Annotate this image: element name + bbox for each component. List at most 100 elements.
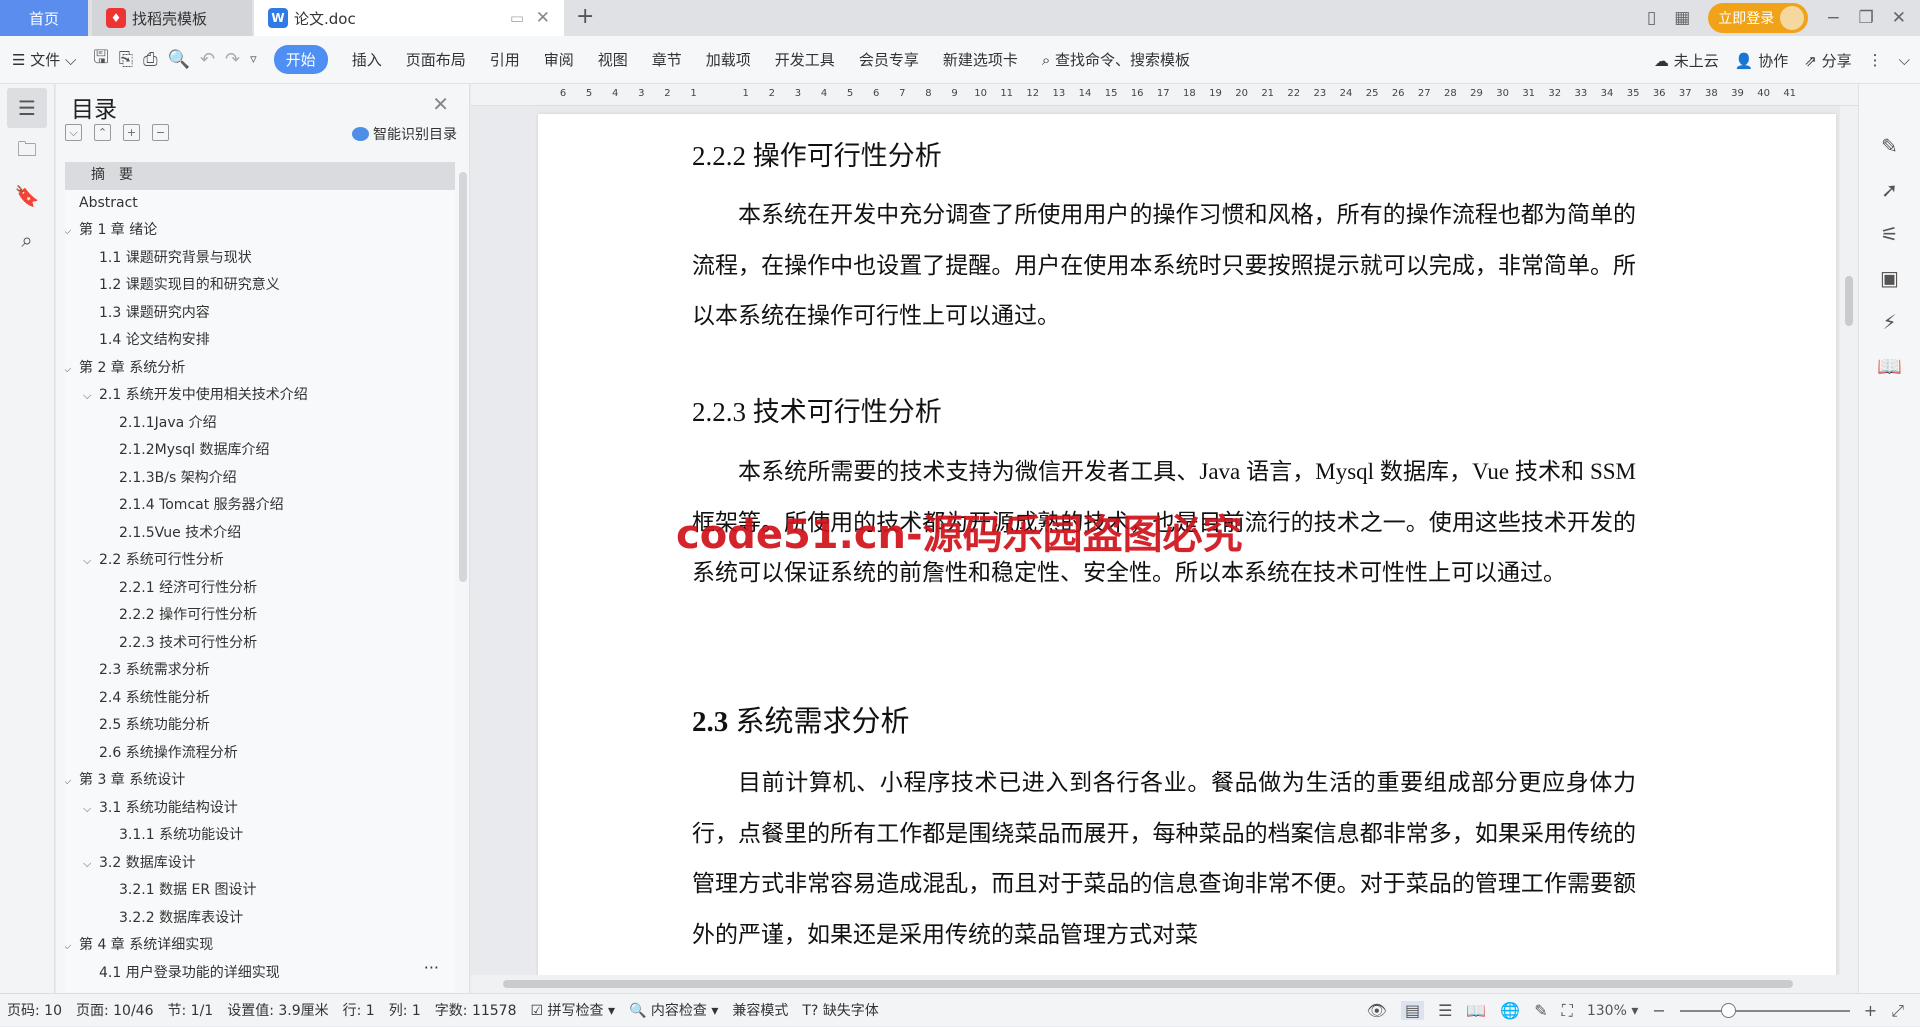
image-tool-icon[interactable]: ▣ [1859, 256, 1920, 300]
toc-item[interactable]: 3.2.1 数据 ER 图设计 [65, 877, 455, 905]
menu-developer[interactable]: 开发工具 [775, 49, 835, 70]
toc-item[interactable]: ⌵ 第 4 章 系统详细实现 [65, 932, 455, 960]
zoom-slider[interactable] [1679, 1002, 1850, 1018]
print-icon[interactable]: ⎙ [143, 49, 157, 70]
restore-icon[interactable]: ❐ [1859, 8, 1874, 28]
spell-check-button[interactable]: ☑ 拼写检查 ▾ [531, 1000, 616, 1020]
toc-item[interactable]: 2.1.4 Tomcat 服务器介绍 [65, 492, 455, 520]
toc-item[interactable]: ⌵ 3.1 系统功能结构设计 [65, 795, 455, 823]
customize-dropdown-icon[interactable]: ▿ [250, 52, 257, 67]
toc-item[interactable]: ⌵ 3.2 数据库设计 [65, 850, 455, 878]
page-view-icon[interactable]: ▤ [1400, 1001, 1425, 1020]
expand-icon[interactable]: ⌵ [65, 124, 82, 141]
toc-item[interactable]: 2.1.1Java 介绍 [65, 410, 455, 438]
menu-view[interactable]: 视图 [598, 49, 628, 70]
tab-home[interactable]: 首页 [0, 0, 88, 36]
export-icon[interactable]: ⎘ [119, 49, 133, 70]
bookmark-icon[interactable]: 🔖 [7, 176, 47, 216]
toc-item[interactable]: 2.1.5Vue 技术介绍 [65, 520, 455, 548]
new-tab-button[interactable]: + [576, 4, 594, 29]
toc-item[interactable]: 3.1.1 系统功能设计 [65, 822, 455, 850]
zoom-in-icon[interactable]: + [1864, 1001, 1877, 1020]
toc-item[interactable]: 2.4 系统性能分析 [65, 685, 455, 713]
menu-page-layout[interactable]: 页面布局 [406, 49, 466, 70]
toc-item[interactable]: 1.4 论文结构安排 [65, 327, 455, 355]
chevron-down-icon[interactable]: ⌵ [65, 217, 71, 245]
login-button[interactable]: 立即登录 [1708, 3, 1809, 33]
find-icon[interactable]: ⌕ [7, 220, 47, 260]
toc-item[interactable]: 1.3 课题研究内容 [65, 300, 455, 328]
menu-start[interactable]: 开始 [273, 45, 328, 74]
menu-member[interactable]: 会员专享 [859, 49, 919, 70]
layout-icon[interactable]: ▯ [1647, 8, 1656, 28]
toc-item[interactable]: 摘 要 [65, 162, 455, 190]
toc-item[interactable]: 2.3 系统需求分析 [65, 657, 455, 685]
chevron-down-icon[interactable]: ⌵ [65, 355, 71, 383]
page-number[interactable]: 页码: 10 [7, 1000, 62, 1020]
chevron-down-icon[interactable]: ⌵ [83, 547, 91, 575]
horizontal-scrollbar[interactable] [471, 975, 1858, 993]
chevron-down-icon[interactable]: ⌵ [83, 382, 91, 410]
toc-item[interactable]: 2.1.3B/s 架构介绍 [65, 465, 455, 493]
page-count[interactable]: 页面: 10/46 [76, 1000, 154, 1020]
apps-grid-icon[interactable]: ▦ [1674, 8, 1690, 28]
toc-item[interactable]: 1.2 课题实现目的和研究意义 [65, 272, 455, 300]
menu-new-tab[interactable]: 新建选项卡 [943, 49, 1018, 70]
toc-item[interactable]: Abstract [65, 190, 455, 218]
outline-view-icon[interactable]: ☰ [1438, 1001, 1452, 1020]
toc-item[interactable]: 2.2.1 经济可行性分析 [65, 575, 455, 603]
collapse-icon[interactable]: ⌃ [94, 124, 111, 141]
menu-references[interactable]: 引用 [490, 49, 520, 70]
menu-chapter[interactable]: 章节 [652, 49, 682, 70]
print-preview-icon[interactable]: 🔍 [168, 49, 190, 70]
collab-button[interactable]: 👤 协作 [1735, 50, 1788, 71]
toc-item[interactable]: 2.1.2Mysql 数据库介绍 [65, 437, 455, 465]
share-button[interactable]: ⇗ 分享 [1804, 50, 1851, 71]
edit-pen-icon[interactable]: ✎ [1859, 124, 1920, 168]
collapse-ribbon-icon[interactable]: ⌵ [1899, 51, 1910, 69]
cloud-button[interactable]: ☁ 未上云 [1654, 50, 1719, 71]
ruler[interactable]: 6 5 4 3 2 1 1 2 3 4 5 6 7 8 9 10 11 12 13 14 15 16 17 18 19 20 21 2… [471, 84, 1858, 106]
minimize-icon[interactable]: − [1826, 8, 1840, 28]
toc-item[interactable]: 2.6 系统操作流程分析 [65, 740, 455, 768]
chevron-down-icon[interactable]: ⌵ [65, 767, 71, 795]
read-view-icon[interactable]: 📖 [1466, 1001, 1486, 1020]
chevron-down-icon[interactable]: ⌵ [83, 850, 91, 878]
smart-toc-button[interactable]: 智能识别目录 [352, 124, 457, 144]
save-icon[interactable]: 🖫 [93, 45, 108, 75]
close-tab-icon[interactable]: ✕ [536, 8, 550, 28]
toc-item[interactable]: ⌵ 2.2 系统可行性分析 [65, 547, 455, 575]
toc-scrollbar[interactable] [459, 172, 467, 582]
chevron-down-icon[interactable]: ⌵ [65, 932, 71, 960]
more-vertical-icon[interactable]: ⋮ [1868, 51, 1883, 69]
zoom-dropdown[interactable]: 130% ▾ [1587, 1003, 1639, 1019]
fullscreen-icon[interactable]: ⤢ [1891, 1001, 1904, 1021]
toc-item[interactable]: ⌵ 第 2 章 系统分析 [65, 355, 455, 383]
close-panel-icon[interactable]: ✕ [432, 92, 449, 116]
chevron-down-icon[interactable]: ⌵ [83, 795, 91, 823]
eye-protect-icon[interactable]: 👁 [1367, 1001, 1387, 1020]
command-search[interactable]: ⌕ 查找命令、搜索模板 [1042, 49, 1190, 70]
demote-icon[interactable]: − [152, 124, 169, 141]
ai-icon[interactable]: ⚡ [1859, 300, 1920, 344]
toc-item[interactable]: 2.2.3 技术可行性分析 [65, 630, 455, 658]
toc-item[interactable]: 3.2.2 数据库表设计 [65, 905, 455, 933]
adjust-icon[interactable]: ⚟ [1859, 212, 1920, 256]
reader-icon[interactable]: 📖 [1859, 344, 1920, 388]
toc-item[interactable]: 4.1 用户登录功能的详细实现 [65, 960, 455, 988]
undo-icon[interactable]: ↶ [200, 49, 215, 70]
close-window-icon[interactable]: ✕ [1892, 8, 1906, 28]
menu-insert[interactable]: 插入 [352, 49, 382, 70]
tab-document[interactable]: W 论文.doc ▭ ✕ [254, 0, 564, 36]
select-cursor-icon[interactable]: ➚ [1859, 168, 1920, 212]
write-view-icon[interactable]: ✎ [1534, 1001, 1547, 1020]
toc-item[interactable]: ⌵ 第 3 章 系统设计 [65, 767, 455, 795]
promote-icon[interactable]: + [123, 124, 140, 141]
vertical-scrollbar[interactable] [1840, 106, 1858, 975]
chapter-nav-icon[interactable]: 🗀 [7, 132, 47, 172]
menu-addins[interactable]: 加载项 [706, 49, 751, 70]
pin-icon[interactable]: ▭ [510, 9, 524, 27]
toc-item[interactable]: 1.1 课题研究背景与现状 [65, 245, 455, 273]
web-view-icon[interactable]: 🌐 [1500, 1001, 1520, 1020]
zoom-out-icon[interactable]: − [1652, 1001, 1665, 1020]
